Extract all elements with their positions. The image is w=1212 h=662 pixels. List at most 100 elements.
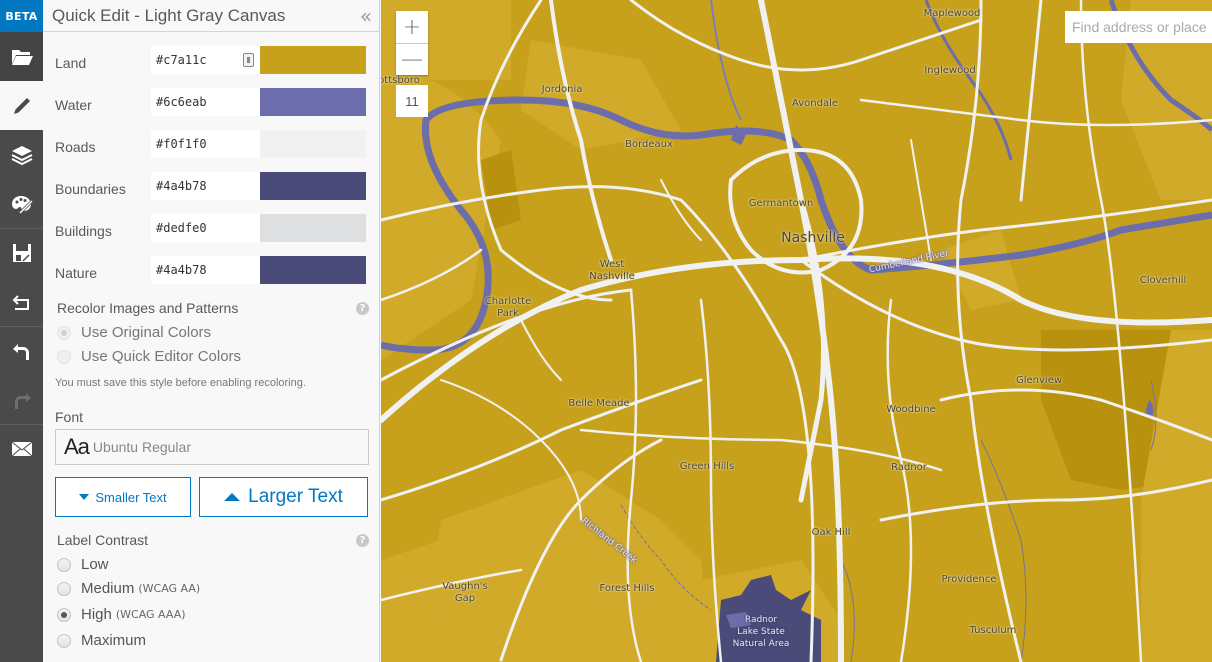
map-label-nashville: Nashville [781, 230, 845, 246]
radio-button[interactable] [57, 557, 71, 572]
map-label: Jordonia [541, 84, 583, 95]
map-label: Inglewood [924, 65, 976, 76]
radio-sublabel: (WCAG AAA) [115, 608, 186, 621]
color-label: Roads [55, 139, 96, 155]
color-label: Boundaries [55, 181, 126, 197]
undo-icon [12, 344, 29, 360]
double-chevron-left-icon[interactable]: « [349, 4, 379, 28]
exit-icon [12, 294, 29, 310]
nature-color-swatch[interactable] [260, 256, 366, 284]
color-label: Water [55, 97, 92, 113]
color-row-nature: Nature #4a4b78 [43, 256, 380, 284]
open-button[interactable] [0, 32, 43, 81]
map-label: Avondale [791, 98, 839, 109]
map-label: Germantown [748, 198, 814, 209]
layers-icon [11, 145, 32, 165]
style-button[interactable] [0, 179, 43, 228]
radio-button[interactable] [57, 581, 71, 596]
radio-contrast-low[interactable]: Low [57, 556, 109, 573]
radio-sublabel: (WCAG AA) [138, 582, 201, 595]
map-label: Bordeaux [625, 139, 673, 150]
map-label: Radnor [891, 462, 927, 473]
water-color-swatch[interactable] [260, 88, 366, 116]
app: BETA Quick Edit - Light Gray Canvas « La… [0, 0, 1212, 662]
larger-text-label: Larger Text [248, 486, 343, 507]
color-row-water: Water #6c6eab [43, 88, 380, 116]
radio-button[interactable] [57, 607, 71, 622]
map-label: Maplewood [923, 8, 981, 19]
map-label: Tusculum [969, 625, 1017, 636]
redo-button[interactable] [0, 375, 43, 424]
search-input[interactable] [1072, 19, 1212, 35]
radio-use-original-colors[interactable]: Use Original Colors [57, 324, 211, 341]
panel-header: Quick Edit - Light Gray Canvas « [43, 0, 379, 32]
feedback-button[interactable] [0, 424, 43, 473]
save-icon [12, 244, 31, 262]
zoom-in-button[interactable]: + [396, 11, 428, 43]
map-label: Glenview [1015, 375, 1063, 386]
map-label: Belle Meade [568, 398, 630, 409]
radio-contrast-medium[interactable]: Medium (WCAG AA) [57, 580, 200, 597]
exit-button[interactable] [0, 277, 43, 326]
map-label: Woodbine [886, 404, 936, 415]
undo-button[interactable] [0, 326, 43, 375]
font-selector[interactable]: Aa Ubuntu Regular [55, 429, 369, 465]
tool-rail: BETA [0, 0, 43, 662]
radio-button[interactable] [57, 633, 71, 648]
radio-contrast-high[interactable]: High (WCAG AAA) [57, 606, 186, 623]
clipboard-icon[interactable] [243, 53, 254, 67]
folder-open-icon [11, 49, 33, 65]
caret-down-icon [79, 494, 90, 500]
palette-icon [11, 195, 33, 214]
quick-edit-button[interactable] [0, 81, 43, 130]
buildings-hex-input[interactable]: #dedfe0 [151, 214, 260, 242]
color-row-boundaries: Boundaries #4a4b78 [43, 172, 380, 200]
radio-label: High [81, 606, 112, 623]
radio-contrast-maximum[interactable]: Maximum [57, 632, 146, 649]
color-label: Land [55, 55, 87, 71]
nature-hex-input[interactable]: #4a4b78 [151, 256, 260, 284]
panel-title: Quick Edit - Light Gray Canvas [52, 5, 286, 25]
map-label: Green Hills [679, 461, 735, 472]
roads-color-swatch[interactable] [260, 130, 366, 158]
boundaries-color-swatch[interactable] [260, 172, 366, 200]
beta-badge: BETA [0, 0, 43, 32]
smaller-text-button[interactable]: Smaller Text [55, 477, 191, 517]
zoom-out-button[interactable]: — [396, 43, 428, 75]
map-label: Oak Hill [811, 527, 851, 538]
label-contrast-title: Label Contrast [57, 532, 149, 548]
map-view[interactable]: Maplewood Inglewood Jordonia Avondale Bo… [381, 0, 1212, 662]
radio-label: Use Quick Editor Colors [81, 348, 242, 365]
radio-label: Use Original Colors [81, 324, 212, 341]
save-button[interactable] [0, 228, 43, 277]
radio-button[interactable] [57, 349, 71, 364]
font-name: Ubuntu Regular [92, 439, 191, 455]
radio-label: Medium [81, 580, 135, 597]
radio-button[interactable] [57, 325, 71, 340]
map-label: Forest Hills [599, 583, 655, 594]
radio-use-quick-editor-colors[interactable]: Use Quick Editor Colors [57, 348, 241, 365]
land-color-swatch[interactable] [260, 46, 366, 74]
recolor-title: Recolor Images and Patterns [57, 300, 239, 316]
font-sample: Aa [64, 434, 90, 459]
layers-button[interactable] [0, 130, 43, 179]
water-hex-input[interactable]: #6c6eab [151, 88, 260, 116]
color-row-buildings: Buildings #dedfe0 [43, 214, 380, 242]
larger-text-button[interactable]: Larger Text [199, 477, 368, 517]
recolor-note: You must save this style before enabling… [55, 377, 306, 389]
pencil-icon [13, 97, 30, 114]
map-label-park: Radnor Lake State Natural Area [732, 615, 790, 649]
radio-label: Low [81, 556, 109, 573]
map-label: Cloverhill [1139, 275, 1187, 286]
map-label: Providence [941, 574, 997, 585]
boundaries-hex-input[interactable]: #4a4b78 [151, 172, 260, 200]
color-row-land: Land #c7a11c [43, 46, 380, 74]
caret-up-icon [224, 493, 241, 501]
zoom-control: + — [396, 11, 428, 75]
roads-hex-input[interactable]: #f0f1f0 [151, 130, 260, 158]
font-title: Font [55, 409, 84, 425]
buildings-color-swatch[interactable] [260, 214, 366, 242]
search-box [1065, 11, 1212, 43]
recolor-help-icon[interactable]: ? [356, 302, 369, 315]
contrast-help-icon[interactable]: ? [356, 534, 369, 547]
